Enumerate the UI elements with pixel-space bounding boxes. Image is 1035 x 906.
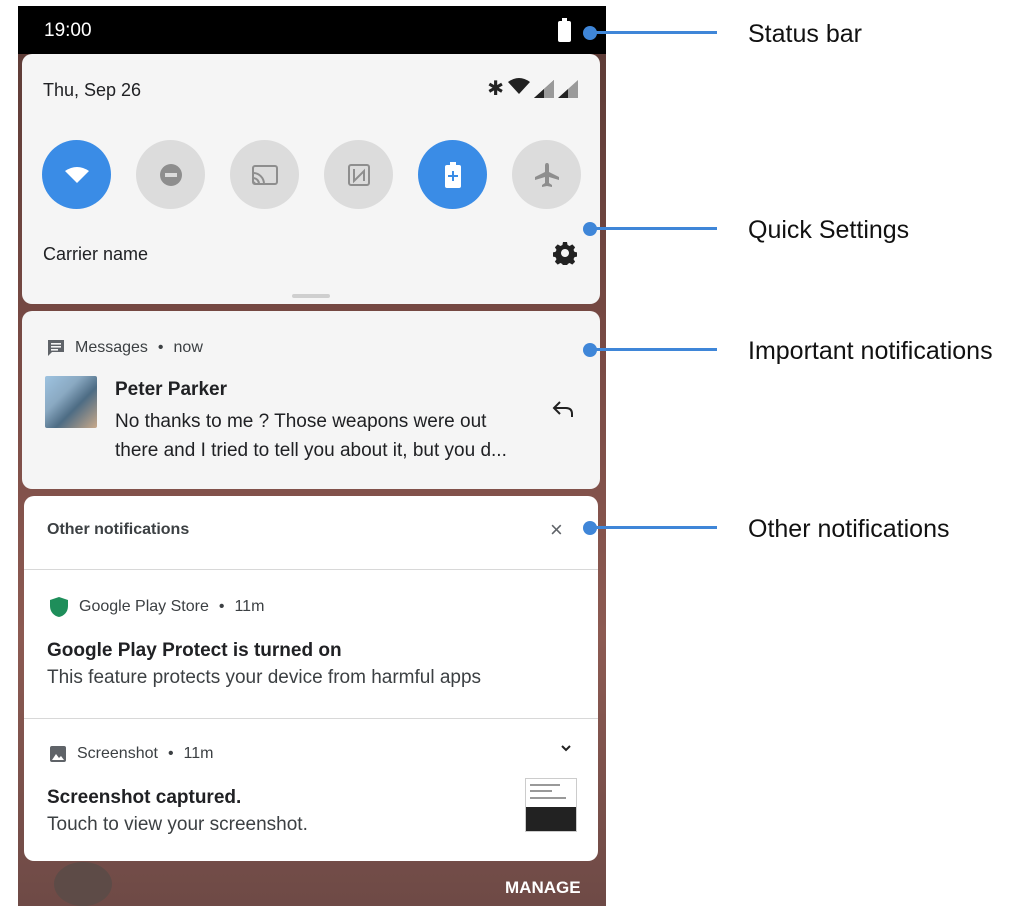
divider xyxy=(24,569,598,570)
cast-icon xyxy=(251,164,278,185)
message-body: No thanks to me ? Those weapons were out… xyxy=(115,411,507,461)
bluetooth-icon: ✱ xyxy=(487,78,504,100)
annotation-line xyxy=(595,526,717,529)
section-header: Other notifications xyxy=(47,521,190,538)
do-not-disturb-icon xyxy=(159,163,182,186)
app-name: Screenshot xyxy=(77,745,158,762)
thumbnail-line xyxy=(530,784,560,786)
notification-time: 11m xyxy=(234,598,265,615)
notification-text: This feature protects your device from h… xyxy=(47,667,482,688)
airplane-tile[interactable] xyxy=(512,140,581,209)
dnd-tile[interactable] xyxy=(136,140,205,209)
notification-app-row: Google Play Store • 11m xyxy=(49,596,264,618)
drag-handle[interactable] xyxy=(292,294,330,298)
notification-title: Google Play Protect is turned on xyxy=(47,640,342,661)
annotation-line xyxy=(595,227,717,230)
image-icon xyxy=(50,746,66,762)
carrier-name: Carrier name xyxy=(43,244,149,264)
notification-text: Touch to view your screenshot. xyxy=(47,814,308,835)
thumbnail-line xyxy=(530,790,552,792)
signal-icon-1 xyxy=(534,79,554,98)
date-label: Thu, Sep 26 xyxy=(43,80,142,100)
app-name: Google Play Store xyxy=(79,598,209,615)
manage-button[interactable]: MANAGE xyxy=(505,878,581,898)
notification-app-row: Messages • now xyxy=(47,339,203,357)
quick-tiles xyxy=(42,140,581,209)
nfc-icon xyxy=(347,163,370,186)
close-icon[interactable]: × xyxy=(550,517,563,543)
annotation-other: Other notifications xyxy=(748,515,950,543)
cast-tile[interactable] xyxy=(230,140,299,209)
battery-saver-tile[interactable] xyxy=(418,140,487,209)
annotation-line xyxy=(595,348,717,351)
annotation-quick-settings: Quick Settings xyxy=(748,216,910,244)
signal-icon-2 xyxy=(558,79,578,98)
separator-dot: • xyxy=(157,339,164,356)
sender-name: Peter Parker xyxy=(115,379,227,400)
divider xyxy=(24,718,598,719)
google-apps-folder-icon[interactable] xyxy=(54,862,112,906)
shield-icon xyxy=(50,597,68,617)
screenshot-thumbnail xyxy=(525,778,577,832)
wifi-tile[interactable] xyxy=(42,140,111,209)
chevron-down-icon[interactable] xyxy=(559,741,573,755)
clock: 19:00 xyxy=(44,20,92,41)
other-notifications-panel: Other notifications × Google Play Store … xyxy=(24,496,598,861)
app-name: Messages xyxy=(75,339,148,356)
messages-icon xyxy=(48,340,64,356)
settings-gear-icon[interactable] xyxy=(552,241,578,267)
avatar xyxy=(45,376,97,428)
status-bar: 19:00 xyxy=(18,6,606,54)
thumbnail-dark-area xyxy=(526,807,576,831)
annotation-status-bar: Status bar xyxy=(748,20,862,48)
nfc-tile[interactable] xyxy=(324,140,393,209)
quick-settings-panel: Thu, Sep 26 ✱ Carrier name xyxy=(22,54,600,304)
annotation-important: Important notifications xyxy=(748,337,993,365)
home-dock: MANAGE xyxy=(18,862,606,906)
separator-dot: • xyxy=(218,598,225,615)
wifi-status-icon xyxy=(508,77,530,100)
important-notification[interactable]: Messages • now Peter Parker No thanks to… xyxy=(22,311,600,489)
battery-icon xyxy=(558,18,571,42)
separator-dot: • xyxy=(167,745,174,762)
battery-saver-icon xyxy=(444,161,461,188)
system-icons: ✱ xyxy=(487,76,578,101)
notification-title: Screenshot captured. xyxy=(47,787,242,808)
notification-time: now xyxy=(173,339,203,356)
annotation-line xyxy=(595,31,717,34)
airplane-icon xyxy=(534,162,559,187)
reply-icon[interactable] xyxy=(551,397,575,421)
notification-time: 11m xyxy=(183,745,214,762)
thumbnail-line xyxy=(530,797,566,799)
notification-app-row: Screenshot • 11m xyxy=(49,745,213,763)
phone-screen: 19:00 Thu, Sep 26 ✱ Carrier name Message… xyxy=(18,6,606,906)
wifi-icon xyxy=(64,166,89,183)
